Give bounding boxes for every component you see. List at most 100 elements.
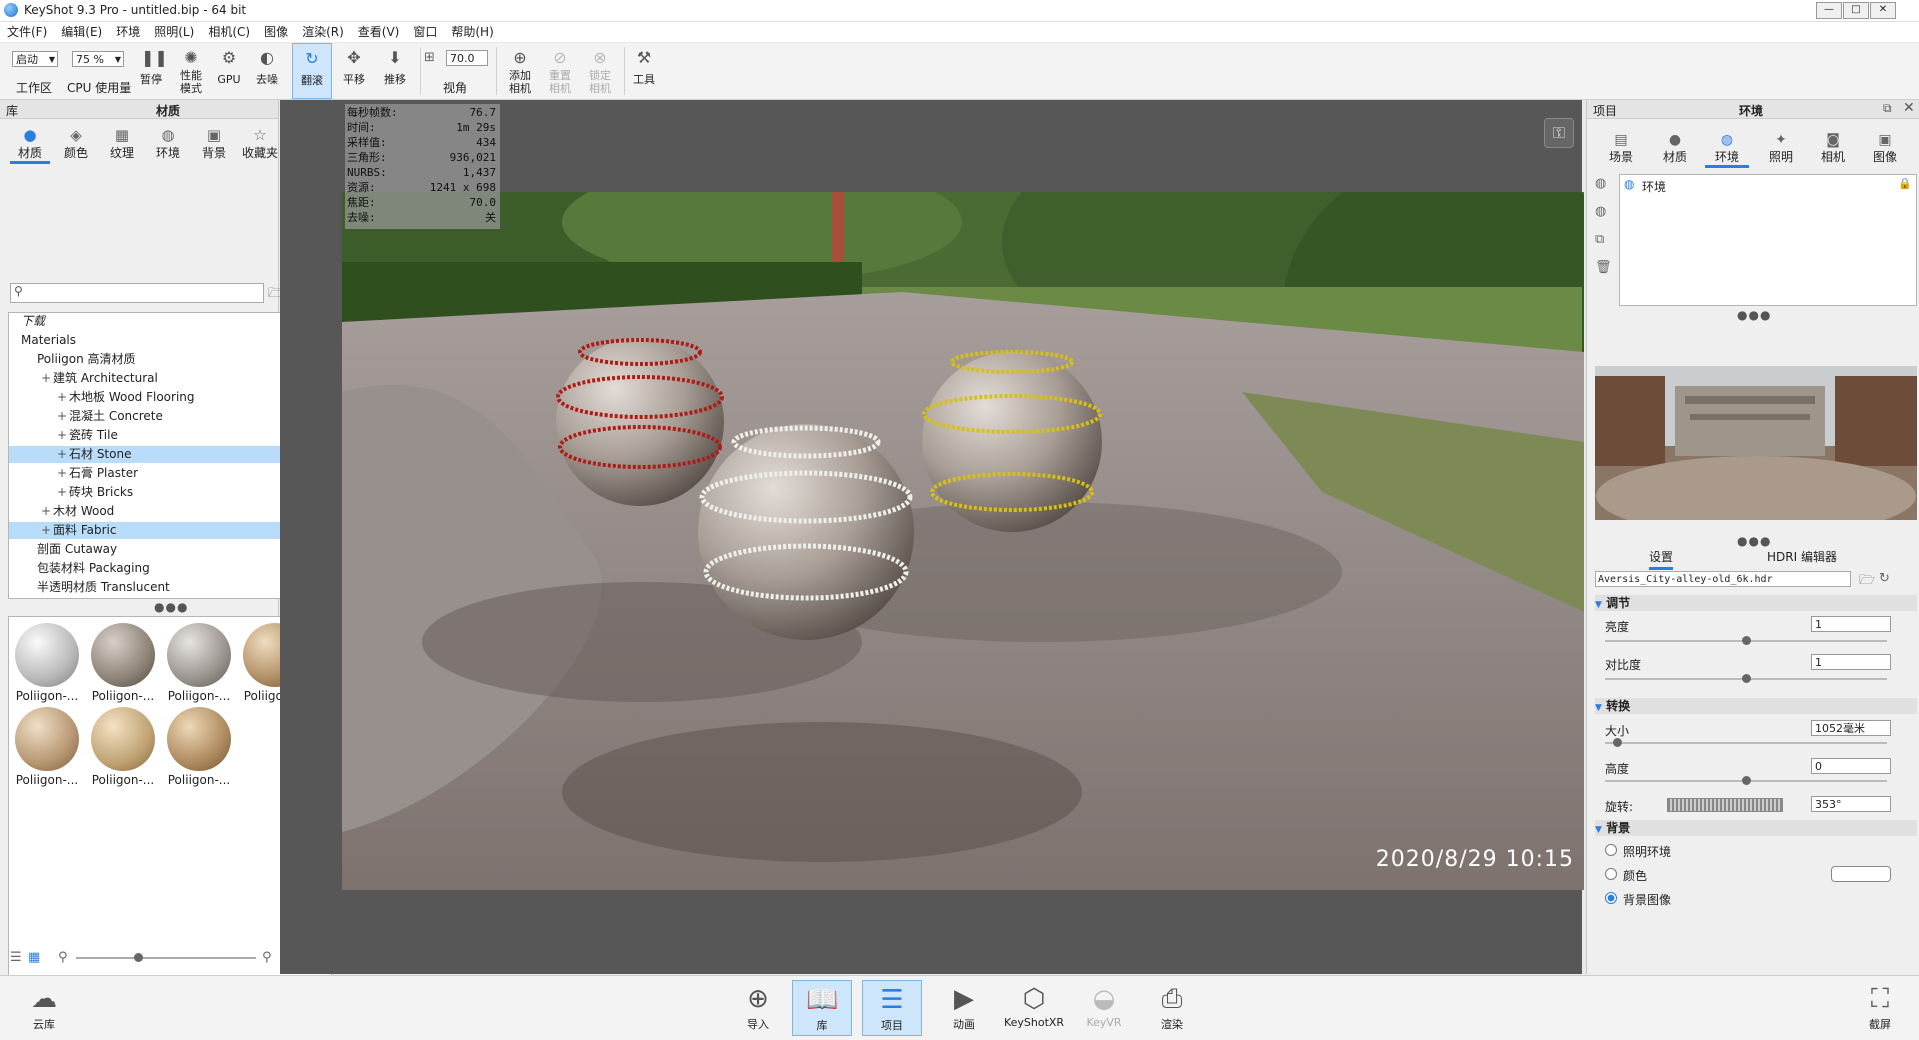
height-input[interactable]: 0	[1811, 758, 1891, 774]
bg-image-radio[interactable]	[1605, 892, 1617, 904]
expand-toggle-icon[interactable]: +	[57, 484, 67, 501]
tab-favorites[interactable]: ☆ 收藏夹	[240, 126, 280, 161]
thumbnail-size-slider-knob[interactable]	[134, 953, 143, 962]
splitter-handle[interactable]: ●●●	[154, 600, 188, 614]
dolly-button[interactable]: ⬇ 推移	[375, 43, 415, 99]
bg-color-radio[interactable]	[1605, 868, 1617, 880]
tab-backplates[interactable]: ▣ 背景	[194, 126, 234, 161]
tab-project-environment[interactable]: ◍ 环境	[1705, 132, 1749, 168]
menu-window[interactable]: 窗口	[406, 22, 444, 42]
material-thumbnail[interactable]: Poliigon-...	[89, 707, 157, 787]
bg-lighting-environment-radio[interactable]	[1605, 844, 1617, 856]
expand-toggle-icon[interactable]: +	[57, 427, 67, 444]
performance-mode-button[interactable]: ✺ 性能模式	[171, 43, 211, 99]
grid-view-icon[interactable]: ▦	[28, 950, 40, 965]
animation-button[interactable]: ▶ 动画	[934, 980, 994, 1036]
expand-toggle-icon[interactable]: +	[57, 446, 67, 463]
expand-toggle-icon[interactable]: +	[41, 370, 51, 387]
field-of-view-input[interactable]: 70.0	[446, 50, 488, 66]
menu-environment[interactable]: 环境	[109, 22, 147, 42]
maximize-button[interactable]: □	[1843, 2, 1869, 19]
menu-lighting[interactable]: 照明(L)	[147, 22, 201, 42]
rotation-jog-wheel[interactable]	[1667, 798, 1783, 812]
size-slider[interactable]	[1605, 742, 1887, 744]
tools-button[interactable]: ⚒ 工具	[624, 43, 664, 99]
tab-camera[interactable]: ◙ 相机	[1811, 132, 1855, 165]
menu-image[interactable]: 图像	[257, 22, 295, 42]
thumbnail-size-slider[interactable]	[76, 957, 256, 959]
folder-open-icon[interactable]: 🗁	[1859, 571, 1875, 593]
minimize-button[interactable]: —	[1816, 2, 1842, 19]
material-thumbnail[interactable]: Poliigon-...	[165, 707, 233, 787]
library-search-input[interactable]: ⚲	[10, 283, 264, 303]
keyvr-button[interactable]: ◒ KeyVR	[1074, 980, 1134, 1036]
refresh-icon[interactable]: ↻	[1879, 571, 1890, 586]
height-slider-knob[interactable]	[1742, 776, 1751, 785]
cloud-library-button[interactable]: ☁ 云库	[14, 980, 74, 1036]
tab-lighting[interactable]: ✦ 照明	[1759, 132, 1803, 165]
tab-scene[interactable]: ▤ 场景	[1599, 132, 1643, 165]
menu-edit[interactable]: 编辑(E)	[54, 22, 109, 42]
menu-help[interactable]: 帮助(H)	[444, 22, 500, 42]
add-environment-icon[interactable]: ◍	[1595, 176, 1606, 191]
contrast-slider-knob[interactable]	[1742, 674, 1751, 683]
tab-materials[interactable]: ● 材质	[10, 126, 50, 164]
subtab-hdri-editor[interactable]: HDRI 编辑器	[1767, 548, 1837, 565]
subtab-settings[interactable]: 设置	[1649, 548, 1674, 570]
material-thumbnail[interactable]: Poliigon-...	[165, 623, 233, 703]
bg-color-swatch[interactable]	[1831, 866, 1891, 882]
menu-render[interactable]: 渲染(R)	[295, 22, 351, 42]
expand-toggle-icon[interactable]: +	[41, 503, 51, 520]
list-view-icon[interactable]: ☰	[10, 950, 22, 965]
section-adjust[interactable]: ▼ 调节	[1595, 595, 1917, 611]
close-icon[interactable]: ✕	[1903, 100, 1915, 116]
tab-image[interactable]: ▣ 图像	[1863, 132, 1907, 165]
pause-button[interactable]: ❚❚ 暂停	[131, 43, 171, 99]
add-camera-button[interactable]: ⊕ 添加相机	[500, 43, 540, 99]
brightness-input[interactable]: 1	[1811, 616, 1891, 632]
material-thumbnail[interactable]: Poliigon-...	[89, 623, 157, 703]
cpu-usage-select[interactable]: 75 % ▼	[72, 51, 124, 67]
hdri-preview[interactable]	[1595, 366, 1917, 520]
lock-icon[interactable]: 🔒	[1898, 177, 1912, 190]
splitter-handle[interactable]: ●●●	[1737, 534, 1771, 548]
material-thumbnail[interactable]: Poliigon-...	[13, 623, 81, 703]
material-thumbnail[interactable]: Poliigon-...	[13, 707, 81, 787]
expand-toggle-icon[interactable]: +	[57, 389, 67, 406]
project-button[interactable]: ☰ 项目	[862, 980, 922, 1036]
close-button[interactable]: ✕	[1870, 2, 1896, 19]
tab-environments[interactable]: ◍ 环境	[148, 126, 188, 161]
tumble-button[interactable]: ↻ 翻滚	[292, 43, 332, 99]
denoise-button[interactable]: ◐ 去噪	[247, 43, 287, 99]
reset-camera-button[interactable]: ⊘ 重置相机	[540, 43, 580, 99]
keyshotxr-button[interactable]: ⬡ KeyShotXR	[1002, 980, 1066, 1036]
splitter-handle[interactable]: ●●●	[1737, 308, 1771, 322]
viewport-render-image[interactable]: 2020/8/29 10:15	[342, 192, 1584, 890]
undock-icon[interactable]: ⧉	[1883, 101, 1892, 116]
brightness-slider-knob[interactable]	[1742, 636, 1751, 645]
delete-trash-icon[interactable]: 🗑	[1595, 260, 1612, 275]
pan-button[interactable]: ✥ 平移	[334, 43, 374, 99]
screenshot-button[interactable]: ⛶ 截屏	[1850, 980, 1910, 1036]
render-button[interactable]: ⎙ 渲染	[1142, 980, 1202, 1036]
duplicate-environment-icon[interactable]: ◍	[1595, 204, 1606, 219]
tab-project-materials[interactable]: ● 材质	[1653, 132, 1697, 165]
menu-file[interactable]: 文件(F)	[0, 22, 54, 42]
rotation-input[interactable]: 353°	[1811, 796, 1891, 812]
expand-toggle-icon[interactable]: +	[41, 522, 51, 539]
tab-colors[interactable]: ◈ 颜色	[56, 126, 96, 161]
import-button[interactable]: ⊕ 导入	[728, 980, 788, 1036]
section-background[interactable]: ▼ 背景	[1595, 820, 1917, 836]
expand-toggle-icon[interactable]: +	[57, 408, 67, 425]
camera-lock-icon[interactable]: ⚿	[1544, 118, 1574, 148]
lock-camera-button[interactable]: ⊗ 锁定相机	[580, 43, 620, 99]
menu-camera[interactable]: 相机(C)	[201, 22, 257, 42]
gpu-button[interactable]: ⚙ GPU	[209, 43, 249, 99]
hdri-file-input[interactable]: Aversis_City-alley-old_6k.hdr	[1595, 571, 1851, 587]
size-slider-knob[interactable]	[1613, 738, 1622, 747]
environment-list-item[interactable]: ◍ 环境 🔒	[1622, 177, 1912, 194]
workspace-select[interactable]: 启动 ▼	[12, 51, 58, 67]
size-input[interactable]: 1052毫米	[1811, 720, 1891, 736]
expand-toggle-icon[interactable]: +	[57, 465, 67, 482]
menu-view[interactable]: 查看(V)	[351, 22, 407, 42]
